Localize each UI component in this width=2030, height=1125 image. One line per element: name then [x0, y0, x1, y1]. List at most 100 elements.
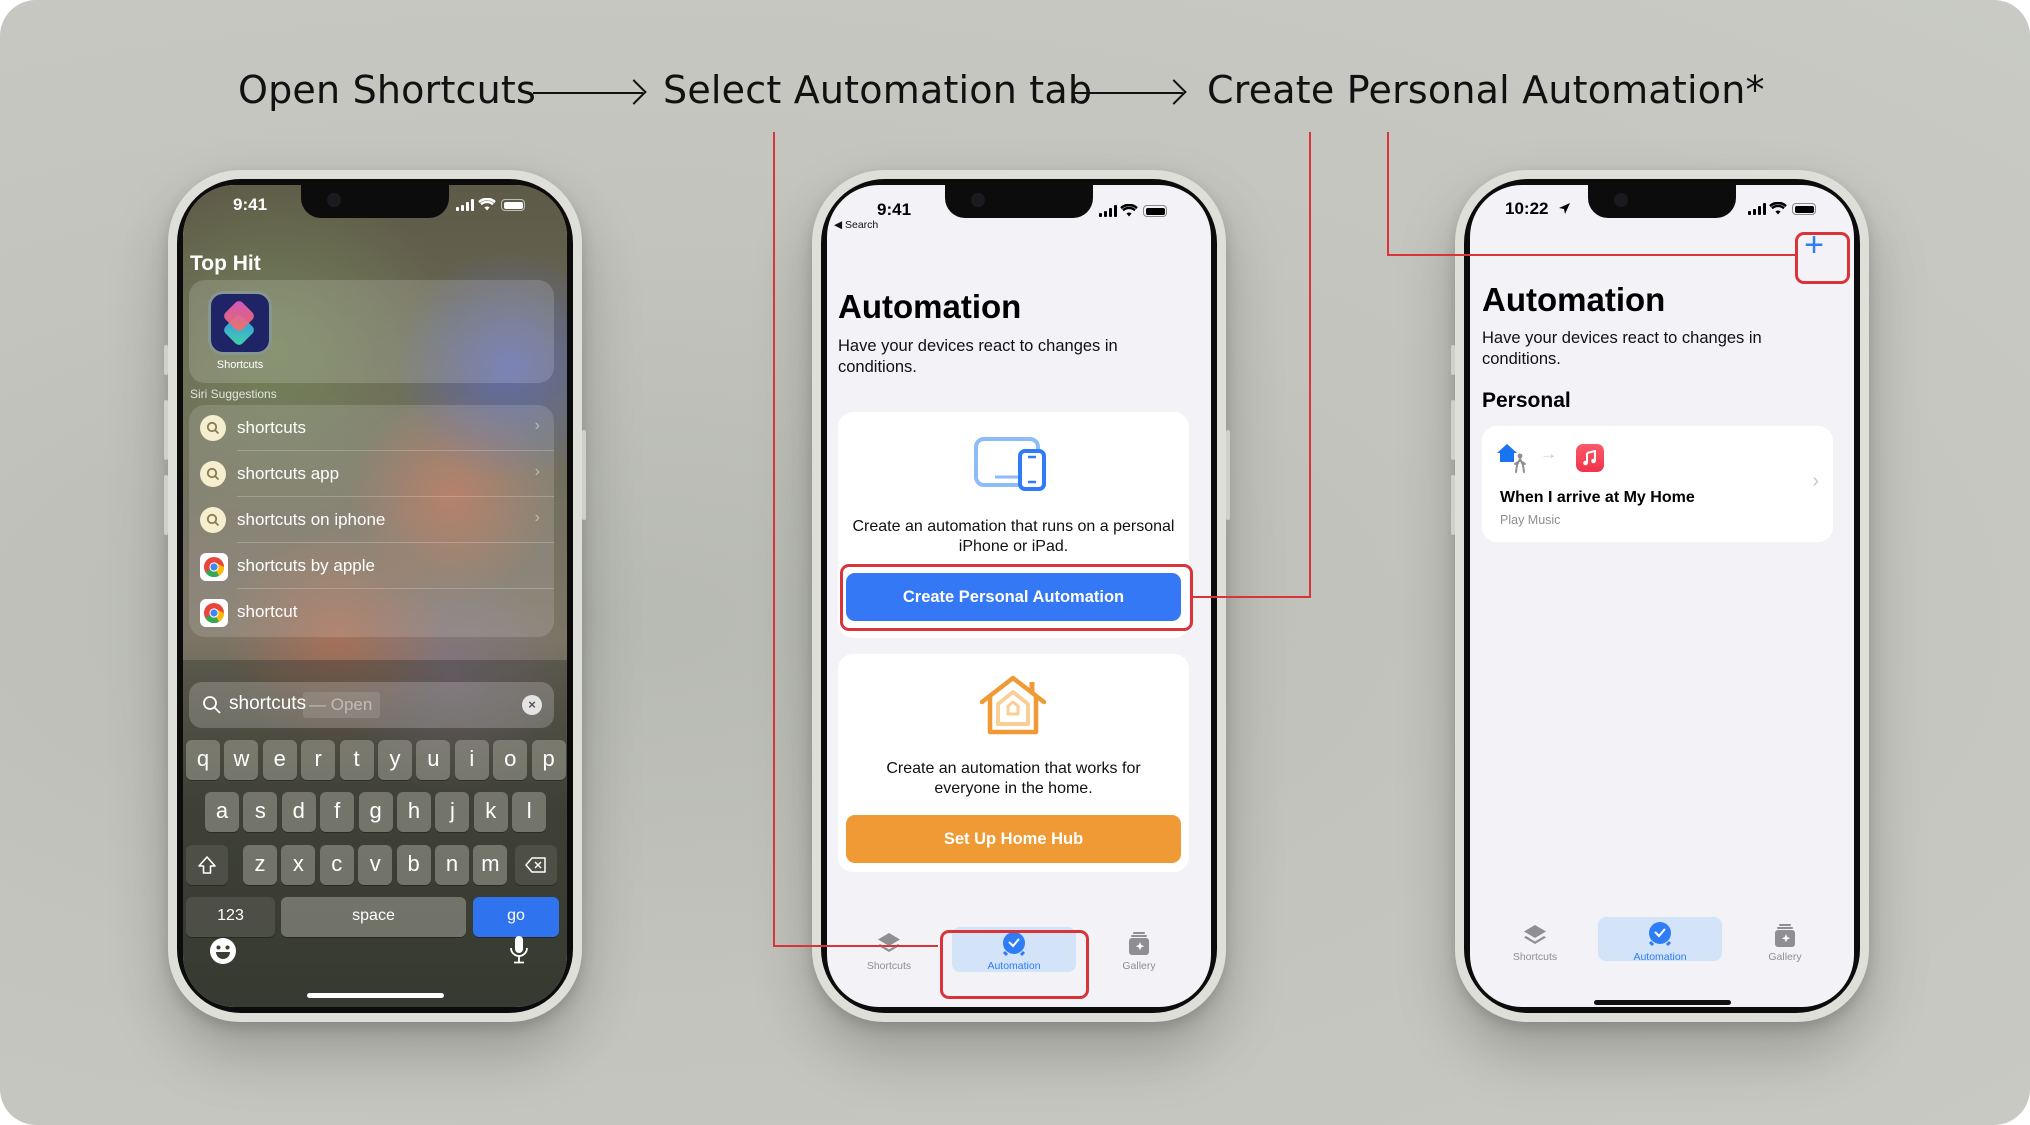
key-a[interactable]: a [205, 792, 239, 832]
suggestion-item[interactable]: shortcuts app › [189, 451, 554, 497]
step-1-label: Open Shortcuts [238, 68, 537, 112]
key-o[interactable]: o [493, 740, 528, 780]
chevron-right-icon: › [534, 509, 540, 526]
phone-automation-list: 10:22 + Automation Have your devices rea… [1451, 170, 1869, 1022]
page-subtitle: Have your devices react to changes in co… [1482, 329, 1762, 368]
clear-icon[interactable]: × [522, 695, 542, 715]
key-t[interactable]: t [339, 740, 374, 780]
signal-icon [1099, 205, 1117, 217]
siri-suggestions-heading: Siri Suggestions [190, 387, 277, 401]
gallery-icon [1775, 924, 1795, 947]
battery-icon [1792, 203, 1816, 215]
key-g[interactable]: g [358, 792, 393, 832]
clock-check-icon [1648, 922, 1672, 947]
top-hit-heading: Top Hit [190, 252, 261, 275]
status-bar: 9:41 [183, 195, 567, 221]
chevron-right-icon: › [1812, 470, 1819, 492]
key-w[interactable]: w [224, 740, 259, 780]
status-bar: 9:41 ◀ Search [827, 197, 1211, 231]
automation-title: When I arrive at My Home [1500, 489, 1695, 506]
home-indicator [1594, 1000, 1731, 1005]
key-d[interactable]: d [281, 792, 316, 832]
emoji-icon[interactable] [209, 937, 237, 965]
search-open-hint: — Open [303, 692, 381, 718]
space-key[interactable]: space [281, 897, 466, 937]
key-m[interactable]: m [473, 845, 508, 885]
delete-key[interactable] [515, 845, 557, 885]
callout-highlight-create-button [840, 564, 1193, 631]
side-button [164, 475, 168, 535]
chrome-icon [200, 599, 228, 627]
suggestion-text: shortcut [237, 602, 298, 621]
search-query: shortcuts [229, 693, 307, 714]
key-l[interactable]: l [512, 792, 547, 832]
signal-icon [1748, 203, 1766, 215]
callout-line [1309, 132, 1311, 598]
key-k[interactable]: k [473, 792, 508, 832]
suggestions-list: shortcuts › shortcuts app › shortcuts on… [189, 405, 554, 637]
key-s[interactable]: s [243, 792, 278, 832]
automation-action: Play Music [1500, 513, 1561, 527]
key-r[interactable]: r [301, 740, 336, 780]
key-u[interactable]: u [416, 740, 451, 780]
section-heading: Personal [1482, 389, 1571, 412]
suggestion-text: shortcuts by apple [237, 556, 375, 575]
suggestion-item[interactable]: shortcuts by apple [189, 543, 554, 589]
set-up-home-hub-button[interactable]: Set Up Home Hub [846, 815, 1181, 863]
key-y[interactable]: y [378, 740, 412, 780]
key-e[interactable]: e [262, 740, 297, 780]
automation-list-item[interactable]: → When I arrive at My Home Play Music › [1482, 426, 1833, 542]
status-time: 9:41 [877, 200, 912, 219]
side-button [1451, 400, 1455, 460]
key-b[interactable]: b [396, 845, 431, 885]
home-indicator [307, 993, 444, 998]
page-title: Automation [838, 288, 1022, 325]
numbers-key[interactable]: 123 [186, 897, 275, 937]
callout-highlight-automation-tab [940, 930, 1089, 999]
tutorial-canvas: Open Shortcuts Select Automation tab Cre… [0, 0, 2030, 1125]
music-app-icon [1576, 444, 1604, 472]
wifi-icon [478, 198, 496, 211]
step-3-label: Create Personal Automation* [1207, 68, 1765, 112]
key-f[interactable]: f [320, 792, 355, 832]
arrive-home-icon [1497, 444, 1526, 473]
location-arrow-icon [1559, 203, 1570, 214]
key-p[interactable]: p [531, 740, 566, 780]
suggestion-item[interactable]: shortcut [189, 589, 554, 635]
go-key[interactable]: go [473, 897, 559, 937]
devices-icon [974, 437, 1046, 491]
key-x[interactable]: x [281, 845, 316, 885]
key-h[interactable]: h [397, 792, 431, 832]
suggestion-item[interactable]: shortcuts on iphone › [189, 497, 554, 543]
back-to-search-link[interactable]: ◀ Search [834, 219, 878, 231]
status-bar: 10:22 [1470, 197, 1854, 221]
microphone-icon[interactable] [509, 935, 529, 965]
key-v[interactable]: v [358, 845, 393, 885]
key-c[interactable]: c [319, 845, 354, 885]
page-title: Automation [1482, 281, 1666, 318]
key-q[interactable]: q [186, 740, 220, 780]
search-field[interactable]: shortcuts — Open × [189, 682, 554, 728]
backspace-icon [525, 857, 546, 873]
screen: 9:41 Top Hit Shortcuts Siri Suggestions … [183, 185, 567, 1007]
callout-line [1192, 596, 1311, 598]
search-icon [200, 507, 226, 533]
battery-icon [1143, 205, 1167, 217]
page-subtitle: Have your devices react to changes in co… [838, 337, 1118, 376]
layers-icon [878, 933, 900, 952]
key-z[interactable]: z [243, 845, 277, 885]
key-n[interactable]: n [435, 845, 469, 885]
side-button [1451, 475, 1455, 535]
key-i[interactable]: i [454, 740, 489, 780]
status-time: 10:22 [1505, 199, 1549, 218]
shift-icon [198, 856, 216, 874]
shift-key[interactable] [186, 845, 228, 885]
key-j[interactable]: j [435, 792, 470, 832]
arrow-right-icon [1073, 92, 1183, 94]
suggestion-item[interactable]: shortcuts › [189, 405, 554, 451]
side-button [1226, 430, 1230, 520]
shortcuts-app-icon[interactable] [208, 291, 272, 355]
step-2-label: Select Automation tab [663, 68, 1093, 112]
arrow-right-icon: → [1540, 444, 1557, 463]
suggestion-text: shortcuts [237, 418, 306, 437]
